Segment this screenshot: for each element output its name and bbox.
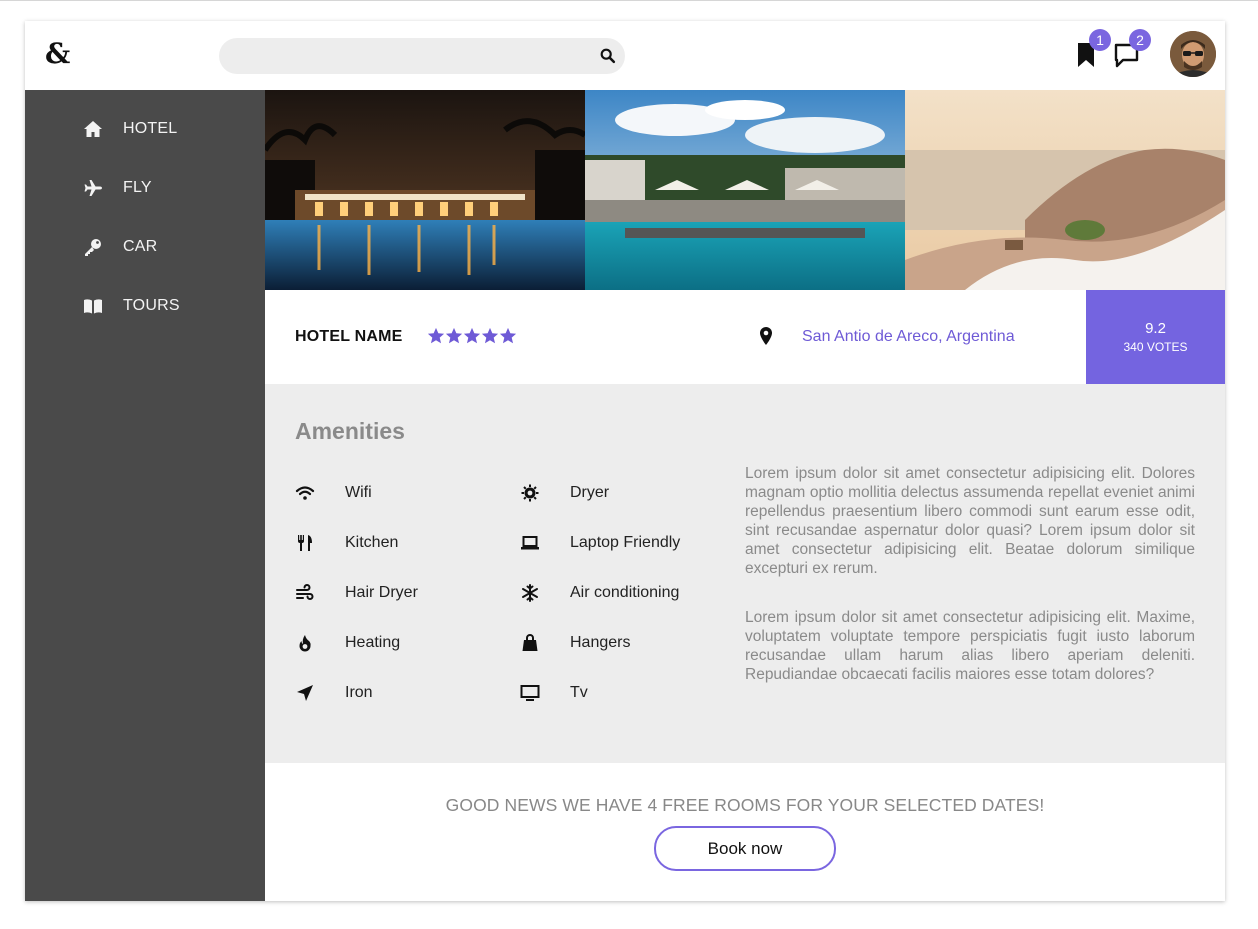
booking-section: GOOD NEWS WE HAVE 4 FREE ROOMS FOR YOUR … <box>265 763 1225 901</box>
dryer-icon <box>521 484 539 502</box>
amenity-hangers: Hangers <box>520 632 630 654</box>
wifi-icon <box>295 486 315 500</box>
messages-button[interactable]: 2 <box>1113 29 1151 70</box>
hotel-info-bar: HOTEL NAME San Antio de Areco, Argentina… <box>265 290 1225 384</box>
wind-icon <box>296 584 314 600</box>
avatar-image <box>1170 31 1216 77</box>
amenity-label: Hair Dryer <box>345 584 418 601</box>
amenity-wifi: Wifi <box>295 482 372 504</box>
book-now-button[interactable]: Book now <box>654 826 836 871</box>
amenity-air-conditioning: Air conditioning <box>520 582 679 604</box>
amenity-kitchen: Kitchen <box>295 532 398 554</box>
app-frame: & 1 2 HOTEL FLY CAR TOURS HOTEL NAME San… <box>25 21 1225 901</box>
gallery-photo-night-pool[interactable] <box>265 90 585 290</box>
star-icon <box>499 327 517 344</box>
photo-gallery <box>265 90 1225 290</box>
star-rating <box>427 327 517 345</box>
amenities-section: Amenities Wifi Kitchen Hair Dryer Heatin… <box>265 384 1225 763</box>
main-content: HOTEL NAME San Antio de Areco, Argentina… <box>265 90 1225 901</box>
header: & 1 2 <box>25 21 1225 90</box>
messages-count-badge: 2 <box>1129 29 1151 51</box>
sidebar-item-label: CAR <box>123 238 158 255</box>
sidebar-item-hotel[interactable]: HOTEL <box>83 117 243 141</box>
star-icon <box>445 327 463 344</box>
hotel-name: HOTEL NAME <box>295 328 403 345</box>
gallery-photo-cliff-terrace[interactable] <box>905 90 1225 290</box>
sidebar-item-label: FLY <box>123 179 152 196</box>
flame-icon <box>299 635 311 652</box>
sidebar-item-label: HOTEL <box>123 120 178 137</box>
amenity-label: Kitchen <box>345 534 399 551</box>
snowflake-icon <box>522 584 538 602</box>
star-icon <box>481 327 499 344</box>
amenity-dryer: Dryer <box>520 482 609 504</box>
tv-icon <box>520 685 540 701</box>
amenities-title: Amenities <box>295 418 405 444</box>
home-icon <box>84 121 102 137</box>
amenity-label: Air conditioning <box>570 584 680 601</box>
avatar[interactable] <box>1170 31 1216 77</box>
availability-message: GOOD NEWS WE HAVE 4 FREE ROOMS FOR YOUR … <box>445 795 1045 815</box>
gallery-photo-day-pool[interactable] <box>585 90 905 290</box>
amenity-label: Laptop Friendly <box>570 534 681 551</box>
map-pin-icon <box>760 327 772 345</box>
amenity-hair-dryer: Hair Dryer <box>295 582 418 604</box>
bookmarks-count-badge: 1 <box>1089 29 1111 51</box>
amenity-label: Tv <box>570 684 588 701</box>
amenity-label: Wifi <box>345 484 372 501</box>
window-top-border <box>0 0 1258 1</box>
amenities-description-2: Lorem ipsum dolor sit amet consectetur a… <box>745 609 1195 683</box>
rating-votes: 340 VOTES <box>1123 340 1188 354</box>
logo[interactable]: & <box>45 39 73 69</box>
amenity-iron: Iron <box>295 682 373 704</box>
amenity-label: Dryer <box>570 484 610 501</box>
sidebar-item-fly[interactable]: FLY <box>83 176 243 200</box>
search-icon[interactable] <box>599 47 617 65</box>
search-bar <box>219 38 625 74</box>
amenity-label: Heating <box>345 634 401 651</box>
hotel-location-link[interactable]: San Antio de Areco, Argentina <box>802 328 1015 346</box>
amenity-heating: Heating <box>295 632 400 654</box>
star-icon <box>427 327 445 344</box>
sidebar: HOTEL FLY CAR TOURS <box>25 90 265 901</box>
rating-score: 9.2 <box>1145 320 1166 337</box>
amenity-laptop-friendly: Laptop Friendly <box>520 532 680 554</box>
rating-box: 9.2 340 VOTES <box>1086 290 1225 384</box>
star-icon <box>463 327 481 344</box>
key-icon <box>85 239 101 256</box>
book-icon <box>84 299 102 314</box>
amenity-label: Iron <box>345 684 373 701</box>
bag-icon <box>522 634 538 651</box>
plane-icon <box>84 180 102 196</box>
sidebar-item-label: TOURS <box>123 297 180 314</box>
amenity-label: Hangers <box>570 634 631 651</box>
amenities-description-1: Lorem ipsum dolor sit amet consectetur a… <box>745 465 1195 577</box>
sidebar-item-tours[interactable]: TOURS <box>83 294 243 318</box>
search-input[interactable] <box>235 38 585 74</box>
amenity-tv: Tv <box>520 682 588 704</box>
laptop-icon <box>521 536 539 550</box>
sidebar-item-car[interactable]: CAR <box>83 235 243 259</box>
utensils-icon <box>298 535 312 551</box>
location-arrow-icon <box>297 685 313 701</box>
bookmarks-button[interactable]: 1 <box>1073 29 1111 70</box>
